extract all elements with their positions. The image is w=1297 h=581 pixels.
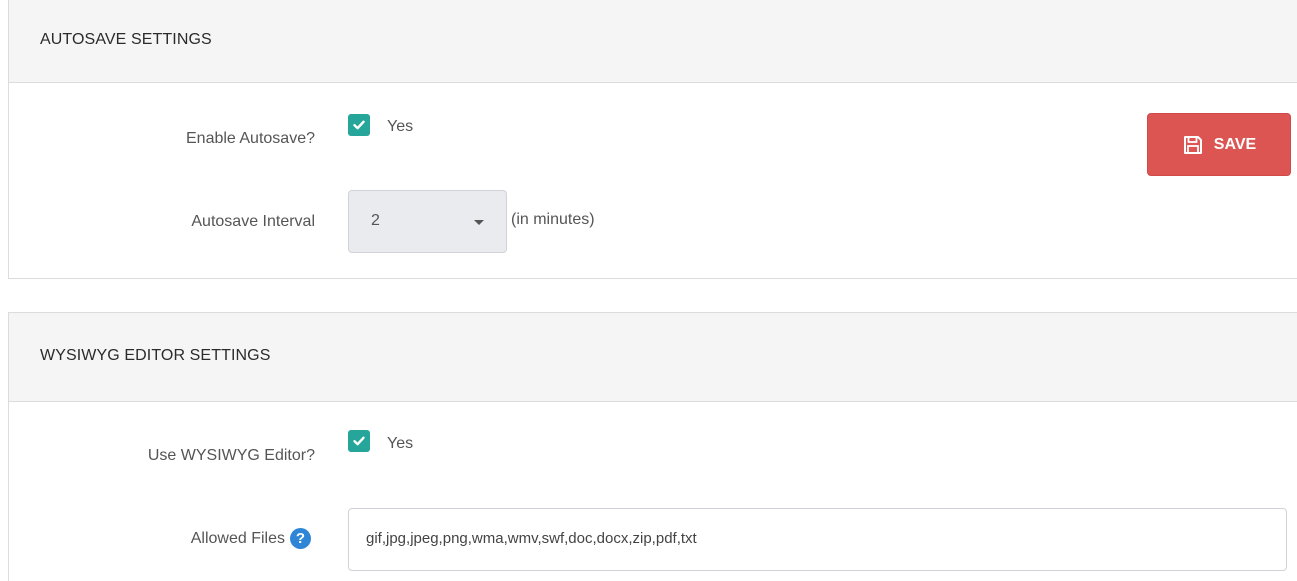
caret-down-icon [474, 220, 484, 225]
autosave-heading-title: AUTOSAVE SETTINGS [40, 31, 212, 48]
check-icon [353, 120, 365, 130]
use-wysiwyg-option-label: Yes [387, 435, 414, 452]
autosave-interval-select[interactable]: 2 [348, 190, 507, 253]
use-wysiwyg-checkbox[interactable] [348, 430, 370, 452]
enable-autosave-option-label: Yes [387, 118, 414, 135]
allowed-files-value: gif,jpg,jpeg,png,wma,wmv,swf,doc,docx,zi… [366, 530, 697, 547]
question-circle-icon[interactable]: ? [290, 528, 311, 549]
check-icon [353, 436, 365, 446]
autosave-interval-suffix: (in minutes) [511, 211, 595, 228]
autosave-interval-label: Autosave Interval [191, 213, 315, 230]
save-button[interactable]: SAVE [1147, 113, 1291, 176]
autosave-panel-heading: AUTOSAVE SETTINGS [9, 0, 1297, 83]
floppy-disk-icon [1183, 135, 1202, 154]
wysiwyg-heading-title: WYSIWYG EDITOR SETTINGS [40, 347, 271, 364]
allowed-files-label: Allowed Files [190, 530, 285, 547]
wysiwyg-panel-heading: WYSIWYG EDITOR SETTINGS [9, 313, 1297, 402]
settings-page: AUTOSAVE SETTINGS Enable Autosave? Yes S… [0, 0, 1297, 581]
enable-autosave-label: Enable Autosave? [186, 130, 315, 147]
enable-autosave-checkbox[interactable] [348, 114, 370, 136]
save-button-label: SAVE [1213, 135, 1257, 153]
allowed-files-input[interactable]: gif,jpg,jpeg,png,wma,wmv,swf,doc,docx,zi… [348, 508, 1287, 571]
autosave-interval-value: 2 [371, 212, 380, 229]
use-wysiwyg-label: Use WYSIWYG Editor? [147, 447, 315, 464]
